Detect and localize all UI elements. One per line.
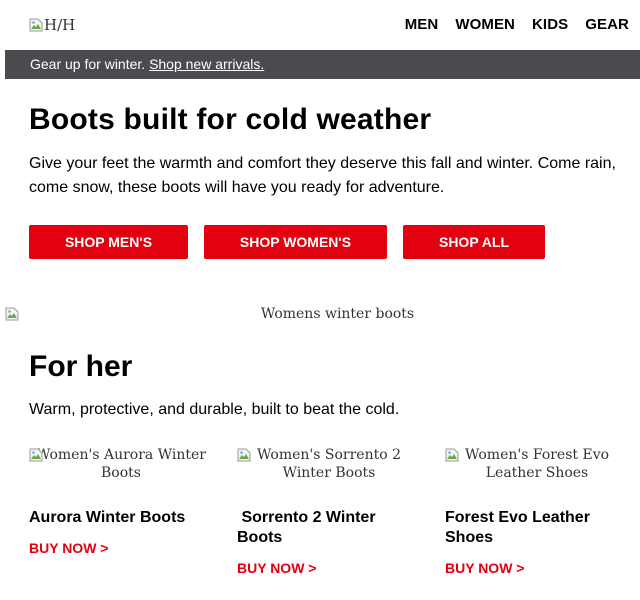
banner-link[interactable]: Shop new arrivals. (149, 56, 264, 72)
product-name: Sorrento 2 Winter Boots (237, 509, 380, 546)
promo-banner: Gear up for winter. Shop new arrivals. (5, 50, 640, 79)
product-card: Women's Aurora Winter Boots Aurora Winte… (29, 446, 213, 556)
nav-gear[interactable]: GEAR (585, 16, 629, 33)
broken-image-icon (29, 448, 43, 462)
shop-mens-button[interactable]: SHOP MEN'S (29, 225, 188, 259)
logo-alt-text: H/H (44, 16, 76, 34)
section-title: For her (29, 350, 133, 383)
product-image-alt: Women's Sorrento 2 Winter Boots (256, 447, 402, 481)
nav-kids[interactable]: KIDS (532, 16, 568, 33)
nav-women[interactable]: WOMEN (455, 16, 515, 33)
logo[interactable]: H/H (29, 16, 75, 34)
shop-all-button[interactable]: SHOP ALL (403, 225, 545, 259)
product-image-alt: Women's Forest Evo Leather Shoes (464, 447, 610, 481)
banner-text: Gear up for winter. (30, 56, 146, 72)
buy-now-link[interactable]: BUY NOW > (29, 540, 213, 556)
buy-now-link[interactable]: BUY NOW > (237, 560, 421, 576)
buy-now-link[interactable]: BUY NOW > (445, 560, 629, 576)
product-image-alt: Women's Aurora Winter Boots (36, 447, 206, 481)
nav-men[interactable]: MEN (405, 16, 439, 33)
product-image[interactable]: Women's Aurora Winter Boots (29, 446, 213, 486)
product-name: Forest Evo Leather Shoes (445, 509, 590, 546)
product-image[interactable]: Women's Sorrento 2 Winter Boots (237, 446, 421, 486)
hero-image-alt: Womens winter boots (260, 306, 415, 322)
section-text: Warm, protective, and durable, built to … (29, 401, 400, 418)
product-name: Aurora Winter Boots (29, 509, 186, 526)
broken-image-icon (445, 448, 459, 462)
product-card: Women's Forest Evo Leather Shoes Forest … (445, 446, 629, 576)
broken-image-icon (237, 448, 251, 462)
hero-text: Give your feet the warmth and comfort th… (29, 155, 616, 196)
main-nav: MEN WOMEN KIDS GEAR (405, 16, 629, 33)
header: H/H MEN WOMEN KIDS GEAR (0, 0, 640, 50)
product-image[interactable]: Women's Forest Evo Leather Shoes (445, 446, 629, 486)
hero-image: Womens winter boots (5, 306, 640, 326)
broken-image-icon (29, 18, 43, 32)
product-card: Women's Sorrento 2 Winter Boots Sorrento… (237, 446, 421, 576)
shop-womens-button[interactable]: SHOP WOMEN'S (204, 225, 387, 259)
hero-title: Boots built for cold weather (29, 103, 432, 136)
